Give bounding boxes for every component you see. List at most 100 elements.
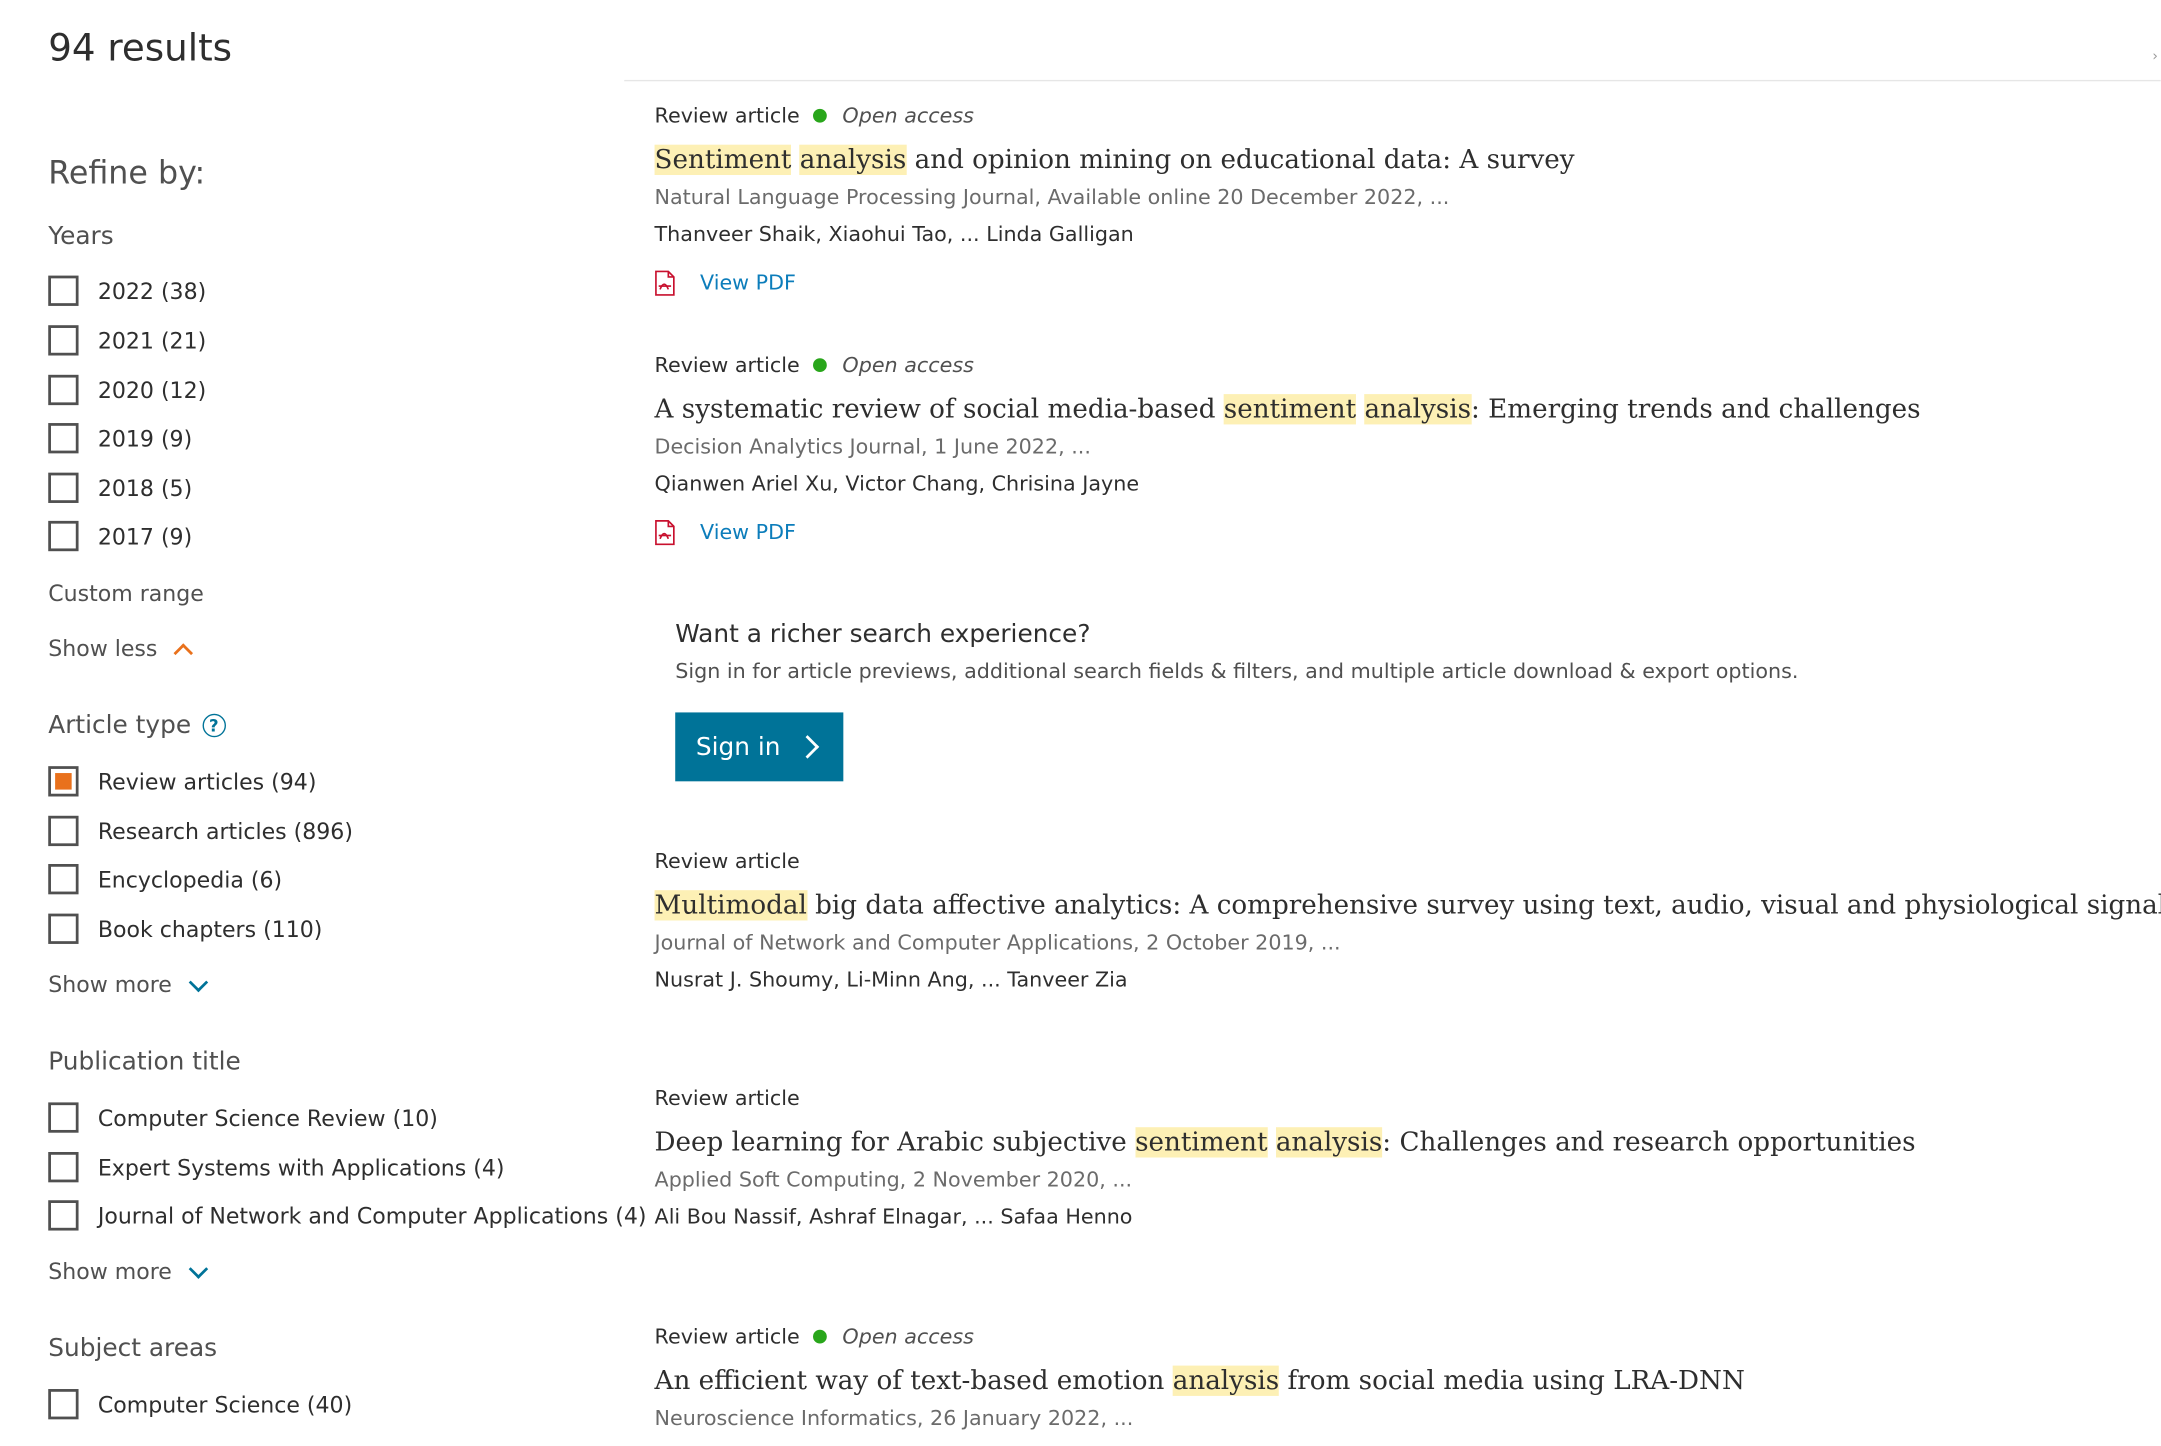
result-item: Review article Open access An efficient … xyxy=(655,1323,2157,1433)
checkbox[interactable] xyxy=(48,1152,79,1183)
promo-title: Want a richer search experience? xyxy=(675,620,1091,650)
filter-option-label: 2019 (9) xyxy=(97,425,193,452)
result-item: Review article Open access A systematic … xyxy=(655,351,2157,547)
result-meta: Review article Open access xyxy=(655,102,2157,130)
view-pdf-label: View PDF xyxy=(700,270,796,295)
result-title-link[interactable]: An efficient way of text-based emotion a… xyxy=(655,1363,2157,1399)
year-filter-2018[interactable]: 2018 (5) xyxy=(48,470,192,506)
show-more-article-types-button[interactable]: Show more xyxy=(48,971,208,998)
filter-option-label: Computer Science (40) xyxy=(97,1391,353,1418)
article-type-label: Review article xyxy=(654,1324,800,1350)
result-authors: Ali Bou Nassif, Ashraf Elnagar, ... Safa… xyxy=(654,1204,1133,1230)
year-filter-2017[interactable]: 2017 (9) xyxy=(48,518,192,554)
checkbox[interactable] xyxy=(48,472,79,503)
filter-option-label: 2021 (21) xyxy=(97,327,207,354)
filter-option-label: Book chapters (110) xyxy=(97,915,323,942)
title-part: : Challenges and research opportunities xyxy=(1382,1127,1916,1158)
year-filter-2020[interactable]: 2020 (12) xyxy=(48,372,206,408)
sign-in-button[interactable]: Sign in xyxy=(675,712,844,782)
green-dot-icon xyxy=(813,358,828,373)
result-title-link[interactable]: Sentiment analysis and opinion mining on… xyxy=(654,142,2157,178)
show-less-label: Show less xyxy=(48,635,158,662)
search-term-highlight: Multimodal xyxy=(654,890,807,921)
checkbox[interactable] xyxy=(48,1389,79,1420)
green-dot-icon xyxy=(813,1329,828,1344)
checkbox[interactable] xyxy=(48,1102,79,1133)
year-filter-2021[interactable]: 2021 (21) xyxy=(48,322,206,358)
publication-filter-network-computer-applications[interactable]: Journal of Network and Computer Applicat… xyxy=(48,1197,646,1233)
filter-option-label: Encyclopedia (6) xyxy=(97,866,283,893)
article-type-encyclopedia[interactable]: Encyclopedia (6) xyxy=(48,861,282,897)
chevron-up-icon xyxy=(173,642,194,663)
title-part: Deep learning for Arabic subjective xyxy=(654,1127,1136,1158)
filter-option-label: Research articles (896) xyxy=(97,817,353,845)
checkbox-checked[interactable] xyxy=(48,766,79,797)
view-pdf-link[interactable]: View PDF xyxy=(655,267,2157,297)
result-meta: Review article xyxy=(655,847,2157,875)
article-type-label: Article type xyxy=(48,711,192,740)
result-title-link[interactable]: A systematic review of social media-base… xyxy=(655,391,2157,427)
open-access-label: Open access xyxy=(842,103,974,129)
green-dot-icon xyxy=(813,108,828,123)
filter-option-label: Review articles (94) xyxy=(97,768,317,795)
checkbox[interactable] xyxy=(48,1200,79,1231)
checkbox[interactable] xyxy=(48,815,79,847)
result-source: Applied Soft Computing, 2 November 2020,… xyxy=(654,1167,1133,1192)
result-item: Review article Deep learning for Arabic … xyxy=(655,1084,2157,1231)
years-filter-title: Years xyxy=(48,221,114,251)
article-type-book-chapters[interactable]: Book chapters (110) xyxy=(48,911,322,947)
help-circle-icon[interactable]: ? xyxy=(202,713,226,738)
result-meta: Review article Open access xyxy=(655,351,2157,379)
checkbox[interactable] xyxy=(48,423,79,454)
year-filter-2022[interactable]: 2022 (38) xyxy=(48,273,206,309)
article-type-review[interactable]: Review articles (94) xyxy=(48,763,316,799)
show-more-label: Show more xyxy=(48,1258,172,1285)
scroll-edge-indicator: › xyxy=(2152,49,2158,65)
checkbox[interactable] xyxy=(48,325,79,356)
publication-filter-expert-systems[interactable]: Expert Systems with Applications (4) xyxy=(48,1149,505,1185)
result-source: Neuroscience Informatics, 26 January 202… xyxy=(654,1405,1134,1431)
refine-title: Refine by: xyxy=(48,155,206,192)
year-filter-2019[interactable]: 2019 (9) xyxy=(48,420,192,456)
article-type-research[interactable]: Research articles (896) xyxy=(48,813,353,849)
result-authors: Thanveer Shaik, Xiaohui Tao, ... Linda G… xyxy=(654,221,1134,247)
sign-in-label: Sign in xyxy=(695,732,781,762)
signin-promo: Want a richer search experience? Sign in… xyxy=(675,620,1915,683)
show-more-label: Show more xyxy=(48,971,172,998)
checkbox[interactable] xyxy=(48,913,79,944)
title-part: : Emerging trends and challenges xyxy=(1471,394,1921,425)
filter-option-label: 2018 (5) xyxy=(97,474,193,501)
search-results-page: 94 results › Refine by: Years 2022 (38) … xyxy=(0,0,2161,1446)
subject-filter-computer-science[interactable]: Computer Science (40) xyxy=(48,1386,352,1422)
search-term-highlight: analysis xyxy=(1172,1365,1280,1396)
chevron-right-icon xyxy=(796,735,820,759)
custom-range-link[interactable]: Custom range xyxy=(48,580,204,606)
article-type-label: Review article xyxy=(654,848,800,874)
checkbox[interactable] xyxy=(48,374,79,406)
chevron-down-icon xyxy=(188,1258,208,1279)
search-term-highlight: sentiment xyxy=(1135,1127,1268,1158)
title-part: and opinion mining on educational data: … xyxy=(906,144,1575,176)
result-title-link[interactable]: Deep learning for Arabic subjective sent… xyxy=(655,1124,2157,1160)
publication-filter-computer-science-review[interactable]: Computer Science Review (10) xyxy=(48,1100,438,1136)
show-less-years-button[interactable]: Show less xyxy=(48,635,194,663)
filter-option-label: 2017 (9) xyxy=(97,522,193,550)
result-meta: Review article Open access xyxy=(655,1323,2157,1351)
title-part: from social media using LRA-DNN xyxy=(1279,1365,1745,1396)
result-source: Journal of Network and Computer Applicat… xyxy=(654,930,1341,955)
checkbox[interactable] xyxy=(48,275,79,306)
pdf-file-icon xyxy=(655,269,675,296)
title-part: A systematic review of social media-base… xyxy=(654,394,1224,425)
open-access-label: Open access xyxy=(842,1324,974,1350)
show-more-publications-button[interactable]: Show more xyxy=(48,1258,208,1285)
article-type-label: Review article xyxy=(654,1085,800,1111)
result-title-link[interactable]: Multimodal big data affective analytics:… xyxy=(654,887,2161,923)
result-item: Review article Multimodal big data affec… xyxy=(654,847,2161,994)
result-authors: Qianwen Ariel Xu, Victor Chang, Chrisina… xyxy=(654,471,1140,497)
result-meta: Review article xyxy=(655,1084,2157,1112)
results-count: 94 results xyxy=(48,27,233,71)
result-source: Natural Language Processing Journal, Ava… xyxy=(654,184,1450,210)
view-pdf-link[interactable]: View PDF xyxy=(655,517,2157,547)
checkbox[interactable] xyxy=(48,520,79,552)
checkbox[interactable] xyxy=(48,864,79,895)
